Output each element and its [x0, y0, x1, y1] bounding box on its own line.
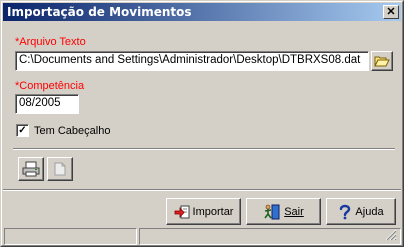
importar-label: Importar [192, 205, 234, 218]
new-document-button[interactable] [47, 157, 73, 181]
exit-icon [264, 204, 280, 219]
sair-button[interactable]: Sair [246, 198, 321, 225]
tem-cabecalho-label[interactable]: Tem Cabeçalho [34, 125, 110, 137]
close-icon: ✕ [386, 5, 396, 18]
folder-open-icon [374, 56, 390, 67]
arquivo-texto-label: *Arquivo Texto [15, 36, 86, 48]
import-icon [174, 205, 190, 218]
close-button[interactable]: ✕ [383, 5, 399, 19]
importar-button[interactable]: Importar [166, 198, 241, 225]
divider-top [13, 148, 395, 150]
check-mark-icon: ✓ [18, 124, 27, 136]
ajuda-label: Ajuda [355, 205, 384, 218]
competencia-input[interactable]: 08/2005 [15, 94, 79, 114]
status-panel-2 [139, 228, 401, 245]
help-icon [340, 204, 351, 219]
document-icon [54, 162, 66, 176]
print-button[interactable] [18, 157, 44, 181]
divider-bottom [3, 189, 401, 191]
resize-grip-icon[interactable] [385, 229, 397, 241]
title-bar[interactable]: Importação de Movimentos ✕ [3, 3, 401, 21]
window-title: Importação de Movimentos [7, 5, 192, 19]
dialog-window: Importação de Movimentos ✕ *Arquivo Text… [0, 0, 404, 247]
status-panel-1 [4, 228, 137, 245]
browse-file-button[interactable] [371, 51, 393, 71]
arquivo-texto-input[interactable]: C:\Documents and Settings\Administrador\… [15, 51, 369, 71]
tem-cabecalho-checkbox[interactable]: ✓ [16, 124, 29, 137]
sair-label: Sair [284, 205, 304, 218]
ajuda-button[interactable]: Ajuda [326, 198, 396, 225]
printer-icon [22, 161, 40, 177]
competencia-label: *Competência [15, 80, 85, 92]
